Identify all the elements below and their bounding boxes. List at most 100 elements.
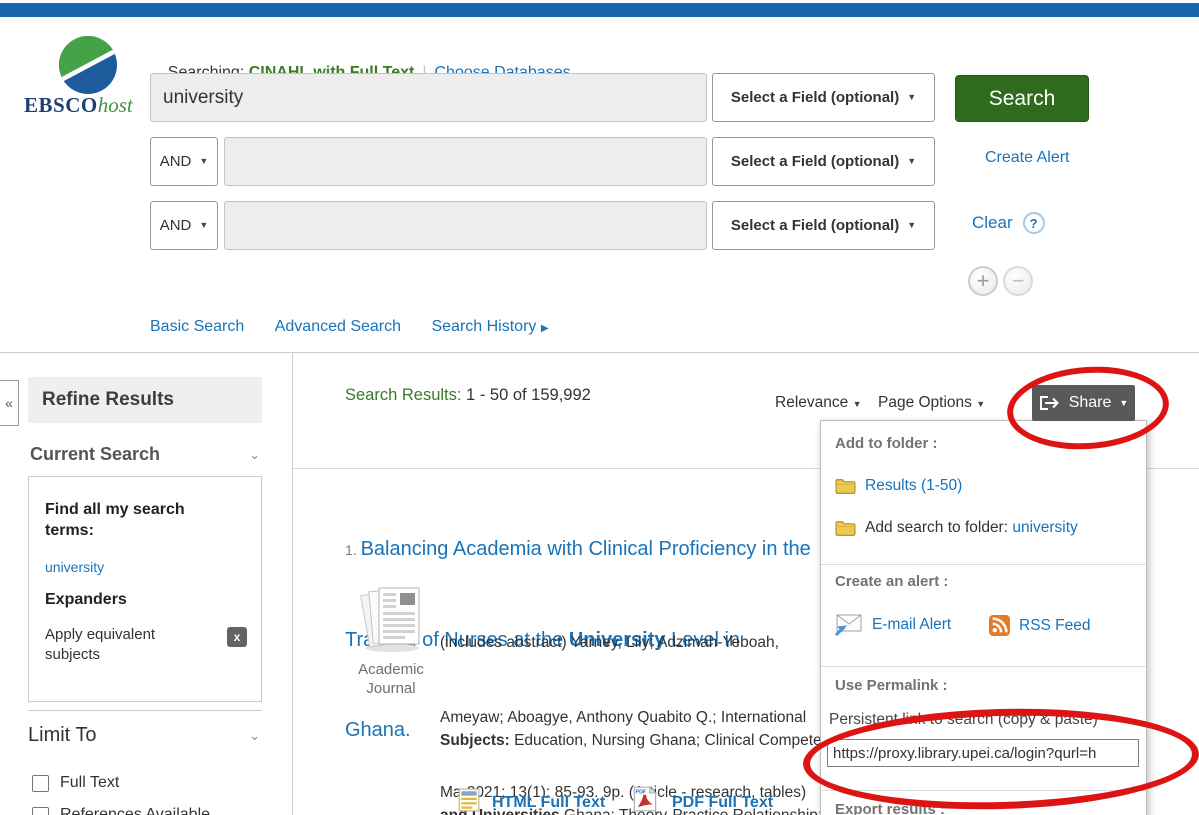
boolean-select-2-label: AND: [160, 217, 192, 234]
menu-divider: [821, 790, 1146, 791]
create-alert-link[interactable]: Create Alert: [985, 149, 1069, 167]
result-title-line1: Balancing Academia with Clinical Profici…: [361, 538, 811, 560]
field-select-3[interactable]: Select a Field (optional) ▼: [712, 201, 935, 250]
limit-to-section[interactable]: Limit To ⌄: [28, 724, 260, 747]
triangle-right-icon: ▶: [541, 323, 549, 334]
current-search-panel: Find all my search terms: university Exp…: [28, 476, 262, 702]
sort-label: Relevance: [775, 394, 848, 411]
folder-icon: [835, 478, 856, 495]
chevron-down-icon: ▼: [907, 157, 916, 166]
search-button[interactable]: Search: [955, 75, 1089, 122]
rss-feed-link[interactable]: RSS Feed: [989, 615, 1091, 636]
folder-icon: [835, 520, 856, 537]
result-number: 1.: [345, 542, 361, 558]
find-terms-label: Find all my search terms:: [45, 499, 205, 541]
remove-row-button[interactable]: −: [1003, 266, 1033, 296]
basic-search-link[interactable]: Basic Search: [150, 318, 244, 335]
chevron-collapse-icon[interactable]: ⌄: [249, 728, 260, 744]
search-term-link[interactable]: university: [45, 559, 104, 575]
academic-journal-icon: [352, 582, 430, 661]
menu-divider: [821, 666, 1146, 667]
export-results-heading: Export results :: [835, 801, 945, 815]
search-input-1[interactable]: [150, 73, 707, 122]
source-type-label: Academic Journal: [341, 660, 441, 698]
add-search-label: Add search to folder:: [865, 519, 1012, 536]
share-label: Share: [1069, 394, 1112, 412]
share-button[interactable]: Share ▼: [1032, 385, 1135, 421]
search-history-link[interactable]: Search History ▶: [431, 318, 548, 335]
html-full-text-link[interactable]: HTML Full Text: [492, 794, 605, 812]
results-count-label: Search Results:: [345, 386, 461, 404]
boolean-select-2[interactable]: AND▼: [150, 201, 218, 250]
header-divider: [0, 352, 1199, 353]
current-search-section[interactable]: Current Search ⌄: [30, 444, 260, 465]
advanced-search-link[interactable]: Advanced Search: [275, 318, 401, 335]
results-count: Search Results: 1 - 50 of 159,992: [345, 386, 591, 405]
use-permalink-heading: Use Permalink :: [835, 677, 948, 694]
boolean-select-1[interactable]: AND ▼: [150, 137, 218, 186]
add-to-folder-heading: Add to folder :: [835, 435, 937, 452]
field-select-3-label: Select a Field (optional): [731, 217, 899, 234]
rss-feed-label: RSS Feed: [1019, 617, 1091, 635]
pdf-full-text-link[interactable]: PDF Full Text: [672, 794, 773, 812]
result-title-line3: Ghana.: [345, 719, 411, 741]
subjects-label: Subjects:: [440, 732, 514, 749]
sidebar-section-divider: [28, 710, 262, 711]
chevron-down-icon: ▼: [907, 93, 916, 102]
sidebar-divider: [292, 353, 293, 815]
source-type-line1: Academic: [341, 660, 441, 679]
rss-feed-icon: [989, 615, 1010, 636]
refine-results-header: Refine Results: [28, 377, 262, 423]
email-alert-link[interactable]: E-mail Alert: [833, 613, 951, 637]
search-input-2[interactable]: [224, 137, 707, 186]
svg-text:PDF: PDF: [636, 790, 647, 796]
expander-item-label: Apply equivalent subjects: [45, 625, 195, 665]
html-full-text-icon: [458, 788, 480, 815]
add-search-to-folder-link[interactable]: Add search to folder: university: [835, 519, 1078, 537]
ebscohost-results-page: EBSCOhost Searching: CINAHL with Full Te…: [0, 0, 1199, 815]
limiter-references: References Available: [32, 806, 210, 815]
results-folder-label: Results (1-50): [865, 477, 962, 495]
add-row-button[interactable]: +: [968, 266, 998, 296]
results-count-value: 1 - 50 of 159,992: [461, 386, 590, 404]
chevron-down-icon: ▼: [853, 399, 862, 409]
chevron-down-icon: ▼: [1119, 399, 1128, 408]
limit-to-title: Limit To: [28, 724, 97, 747]
references-available-checkbox[interactable]: [32, 807, 49, 815]
help-icon[interactable]: ?: [1023, 212, 1045, 234]
source-type-line2: Journal: [341, 679, 441, 698]
field-select-2-label: Select a Field (optional): [731, 153, 899, 170]
pdf-full-text-icon: PDF: [633, 786, 657, 815]
clear-link[interactable]: Clear: [972, 213, 1013, 233]
collapse-sidebar-button[interactable]: «: [0, 380, 19, 426]
references-available-label: References Available: [60, 806, 210, 815]
field-select-2[interactable]: Select a Field (optional) ▼: [712, 137, 935, 186]
search-input-3[interactable]: [224, 201, 707, 250]
create-alert-heading: Create an alert :: [835, 573, 948, 590]
logo-ebsco-text: EBSCO: [24, 93, 98, 117]
permalink-hint: Persistent link to search (copy & paste): [829, 711, 1098, 729]
chevron-down-icon: ▼: [199, 157, 208, 166]
full-text-checkbox[interactable]: [32, 775, 49, 792]
limiter-full-text: Full Text: [32, 774, 119, 792]
field-select-1[interactable]: Select a Field (optional)▼: [712, 73, 935, 122]
chevron-collapse-icon[interactable]: ⌄: [249, 447, 260, 463]
ebsco-logo-wordmark: EBSCOhost: [24, 93, 133, 118]
logo-host-text: host: [98, 93, 133, 117]
menu-divider: [821, 564, 1146, 565]
citation-line1: (includes abstract) Yarney, Lily; Adzima…: [440, 630, 806, 655]
chevron-down-icon: ▼: [976, 399, 985, 409]
sort-dropdown[interactable]: Relevance ▼: [775, 394, 861, 412]
add-results-to-folder-link[interactable]: Results (1-50): [835, 477, 962, 495]
page-options-dropdown[interactable]: Page Options ▼: [878, 394, 985, 412]
chevron-down-icon: ▼: [907, 221, 916, 230]
email-alert-label: E-mail Alert: [872, 616, 951, 634]
permalink-input[interactable]: [827, 739, 1139, 767]
full-text-label: Full Text: [60, 774, 119, 792]
remove-expander-button[interactable]: x: [227, 627, 247, 647]
ebsco-logo-icon: [57, 34, 119, 101]
search-history-label: Search History: [431, 318, 536, 335]
boolean-select-1-label: AND: [160, 153, 192, 170]
page-options-label: Page Options: [878, 394, 972, 411]
top-accent-bar: [0, 3, 1199, 17]
